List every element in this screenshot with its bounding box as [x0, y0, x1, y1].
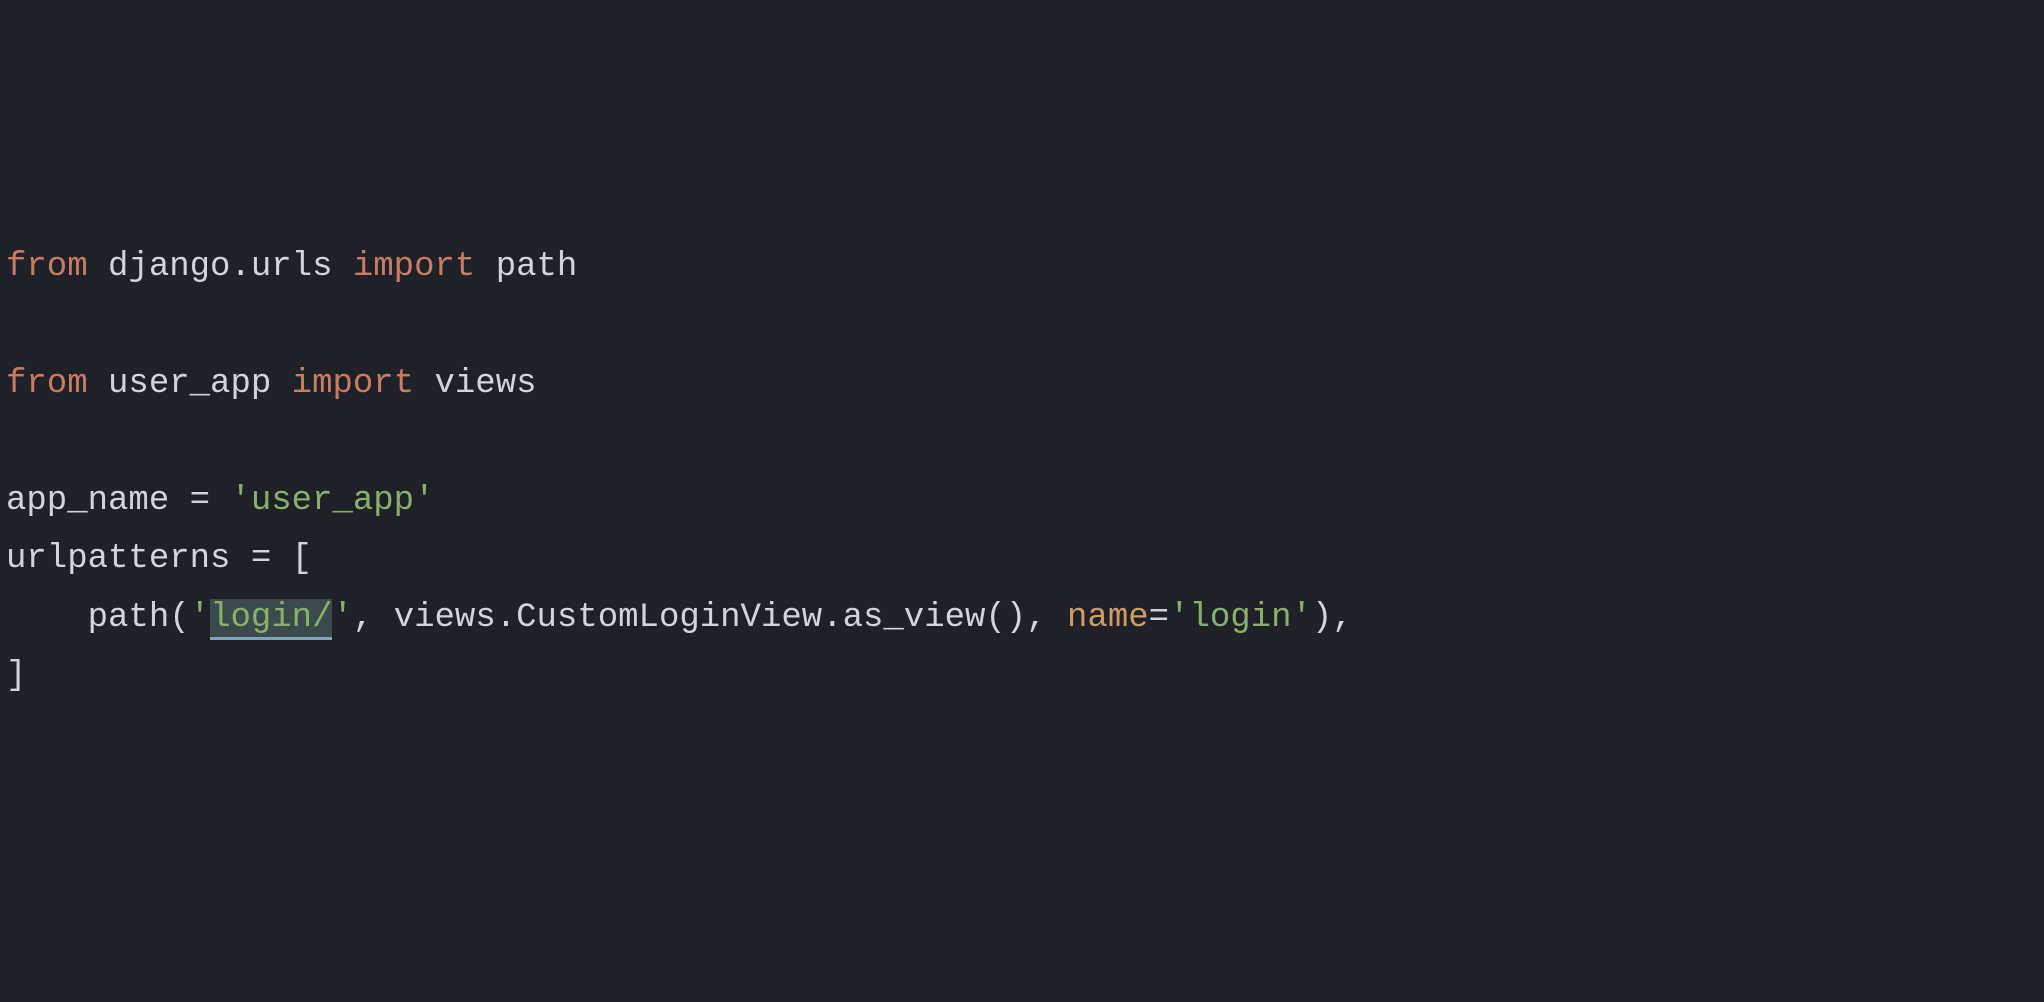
- text-selection: login/: [210, 599, 332, 640]
- keyword-from: from: [6, 248, 88, 286]
- code-line-2: [0, 296, 2044, 354]
- import-name: path: [496, 248, 578, 286]
- operator-equals: =: [169, 482, 230, 520]
- bracket-close: ]: [6, 657, 26, 695]
- method-chain: views.CustomLoginView.as_view: [394, 599, 986, 637]
- string-quote: ': [414, 482, 434, 520]
- keyword-import: import: [353, 248, 475, 286]
- variable-name: app_name: [6, 482, 169, 520]
- paren-open: (: [169, 599, 189, 637]
- operator-equals: =: [1149, 599, 1169, 637]
- code-editor[interactable]: from django.urls import path from user_a…: [0, 238, 2044, 706]
- code-line-5: app_name = 'user_app': [0, 472, 2044, 530]
- code-line-8: ]: [0, 647, 2044, 705]
- keyword-from: from: [6, 365, 88, 403]
- indent: [6, 599, 88, 637]
- variable-name: urlpatterns: [6, 540, 230, 578]
- module-name: django.urls: [108, 248, 332, 286]
- string-quote: ': [1292, 599, 1312, 637]
- code-line-6: urlpatterns = [: [0, 530, 2044, 588]
- comma: ,: [1026, 599, 1067, 637]
- bracket-open: [: [292, 540, 312, 578]
- operator-equals: =: [230, 540, 291, 578]
- string-quote: ': [190, 599, 210, 637]
- comma: ,: [353, 599, 394, 637]
- keyword-argument: name: [1067, 599, 1149, 637]
- code-line-4: [0, 413, 2044, 471]
- code-line-7: path('login/', views.CustomLoginView.as_…: [0, 589, 2044, 647]
- paren-close: ),: [1312, 599, 1353, 637]
- import-name: views: [435, 365, 537, 403]
- code-line-3: from user_app import views: [0, 355, 2044, 413]
- string-quote: ': [1169, 599, 1189, 637]
- string-value: login: [1189, 599, 1291, 637]
- parens: (): [985, 599, 1026, 637]
- code-line-1: from django.urls import path: [0, 238, 2044, 296]
- string-quote: ': [332, 599, 352, 637]
- function-call: path: [88, 599, 170, 637]
- string-value: user_app: [251, 482, 414, 520]
- module-name: user_app: [108, 365, 271, 403]
- keyword-import: import: [292, 365, 414, 403]
- string-quote: ': [230, 482, 250, 520]
